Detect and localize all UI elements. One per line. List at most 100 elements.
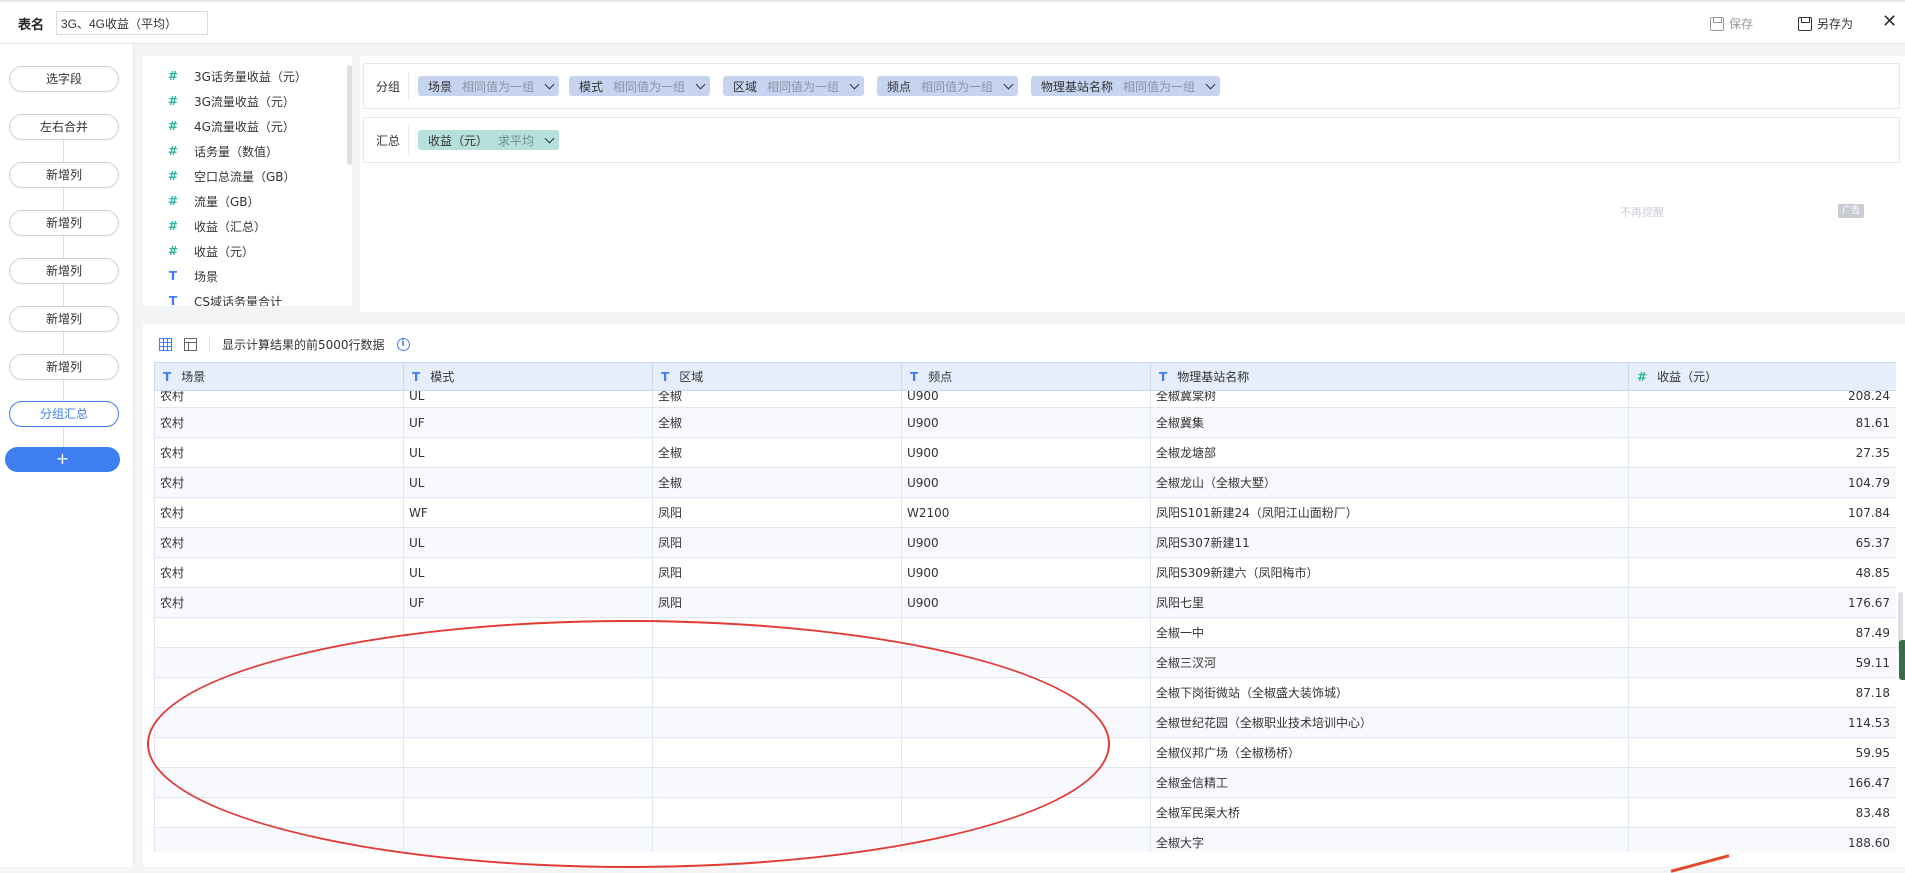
field-item[interactable]: T CS域话务量合计 bbox=[168, 291, 282, 306]
chip-name: 收益（元） bbox=[428, 133, 489, 148]
table-name-input[interactable] bbox=[56, 11, 208, 35]
table-row[interactable]: 农村 UF 全椒 U900 全椒冀集 81.61 bbox=[154, 407, 1896, 438]
table-cell bbox=[154, 767, 404, 798]
table-row[interactable]: 全椒仪邦广场（全椒杨桥） 59.95 bbox=[154, 737, 1896, 768]
result-caption: 显示计算结果的前5000行数据 bbox=[222, 337, 385, 352]
chip-mode: 相同值为一组 bbox=[1123, 79, 1196, 94]
table-cell: 全椒冀集 bbox=[1150, 407, 1629, 438]
step-group-summary[interactable]: 分组汇总 bbox=[9, 401, 119, 427]
field-list: #3G话务量收益（元） #3G流量收益（元） #4G流量收益（元） # 话务量（数… bbox=[143, 56, 352, 306]
table-cell: UL bbox=[403, 390, 653, 408]
table-view-icon[interactable] bbox=[159, 337, 172, 351]
chip-name: 模式 bbox=[579, 79, 604, 94]
field-item[interactable]: #3G话务量收益（元） bbox=[168, 66, 307, 86]
close-icon[interactable]: ✕ bbox=[1882, 11, 1897, 32]
field-item[interactable]: # 流量（GB） bbox=[168, 191, 260, 211]
table-cell bbox=[652, 647, 902, 678]
table-cell: 176.67 bbox=[1628, 587, 1896, 618]
result-panel: 显示计算结果的前5000行数据 i T 场景 T 模式 T 区域 T 频点 T 物理基站名… bbox=[143, 324, 1905, 867]
column-header-revenue[interactable]: # 收益（元） bbox=[1628, 362, 1896, 391]
field-item[interactable]: #4G流量收益（元） bbox=[168, 116, 295, 136]
group-chip-region[interactable]: 区域 相同值为一组 bbox=[723, 76, 865, 96]
step-new-column-2[interactable]: 新增列 bbox=[9, 210, 119, 236]
table-cell bbox=[154, 707, 404, 738]
chevron-down-icon[interactable] bbox=[544, 79, 555, 89]
table-cell: 208.24 bbox=[1628, 390, 1896, 408]
field-item[interactable]: T 场景 bbox=[168, 266, 218, 286]
step-new-column-5[interactable]: 新增列 bbox=[9, 354, 119, 380]
table-cell: 59.95 bbox=[1628, 737, 1896, 768]
table-row[interactable]: 全椒军民渠大桥 83.48 bbox=[154, 797, 1896, 828]
table-row[interactable]: 农村 UL 全椒 U900 全椒龙山（全椒大墅） 104.79 bbox=[154, 467, 1896, 498]
save-as-button[interactable]: 另存为 bbox=[1798, 15, 1853, 32]
table-cell: 87.18 bbox=[1628, 677, 1896, 708]
card-view-icon[interactable] bbox=[184, 337, 197, 351]
table-row[interactable]: 农村 UL 全椒 U900 全椒冀棠树 208.24 bbox=[154, 390, 1896, 408]
column-header-region[interactable]: T 区域 bbox=[652, 362, 902, 391]
step-left-right-merge[interactable]: 左右合并 bbox=[9, 114, 119, 140]
field-list-scrollbar[interactable] bbox=[347, 65, 352, 165]
table-row[interactable]: 全椒三汊河 59.11 bbox=[154, 647, 1896, 678]
number-type-icon: # bbox=[168, 119, 179, 133]
add-step-button[interactable]: + bbox=[5, 447, 120, 472]
table-row[interactable]: 农村 UF 凤阳 U900 凤阳七里 176.67 bbox=[154, 587, 1896, 618]
group-chip-scene[interactable]: 场景 相同值为一组 bbox=[418, 76, 560, 96]
table-row[interactable]: 农村 UL 凤阳 U900 凤阳S307新建11 65.37 bbox=[154, 527, 1896, 558]
save-button[interactable]: 保存 bbox=[1710, 15, 1753, 32]
chevron-down-icon[interactable] bbox=[544, 133, 555, 143]
group-chip-frequency[interactable]: 频点 相同值为一组 bbox=[877, 76, 1019, 96]
group-label: 分组 bbox=[376, 80, 401, 94]
save-as-label: 另存为 bbox=[1817, 17, 1854, 31]
table-row[interactable]: 全椒世纪花园（全椒职业技术培训中心） 114.53 bbox=[154, 707, 1896, 738]
field-item[interactable]: # 空口总流量（GB） bbox=[168, 166, 296, 186]
table-cell bbox=[403, 767, 653, 798]
ad-dismiss-link[interactable]: 不再提醒 bbox=[1620, 204, 1664, 220]
field-name: 收益（元） bbox=[194, 244, 255, 259]
table-cell: 凤阳 bbox=[652, 527, 902, 558]
table-row[interactable]: 全椒下岗街微站（全椒盛大装饰城） 87.18 bbox=[154, 677, 1896, 708]
column-header-scene[interactable]: T 场景 bbox=[154, 362, 404, 391]
field-item[interactable]: #3G流量收益（元） bbox=[168, 91, 295, 111]
group-chip-station-name[interactable]: 物理基站名称 相同值为一组 bbox=[1031, 76, 1221, 96]
table-cell: W2100 bbox=[901, 497, 1151, 528]
table-cell bbox=[901, 677, 1151, 708]
number-type-icon: # bbox=[168, 169, 179, 183]
group-chip-mode[interactable]: 模式 相同值为一组 bbox=[569, 76, 711, 96]
chevron-down-icon[interactable] bbox=[1003, 79, 1014, 89]
chevron-down-icon[interactable] bbox=[1205, 79, 1216, 89]
table-cell: UF bbox=[403, 407, 653, 438]
step-select-fields[interactable]: 选字段 bbox=[9, 66, 119, 92]
result-table: T 场景 T 模式 T 区域 T 频点 T 物理基站名称 # 收益（元） 农村 UL 全椒 U90… bbox=[154, 362, 1896, 852]
table-row[interactable]: 农村 UL 凤阳 U900 凤阳S309新建六（凤阳梅市） 48.85 bbox=[154, 557, 1896, 588]
field-item[interactable]: # 收益（元） bbox=[168, 241, 254, 261]
chevron-down-icon[interactable] bbox=[695, 79, 706, 89]
summary-chip-revenue[interactable]: 收益（元） 求平均 bbox=[418, 130, 560, 150]
step-new-column-4[interactable]: 新增列 bbox=[9, 306, 119, 332]
table-row[interactable]: 农村 UL 全椒 U900 全椒龙塘部 27.35 bbox=[154, 437, 1896, 468]
table-cell: 凤阳S101新建24（凤阳江山面粉厂） bbox=[1150, 497, 1629, 528]
field-item[interactable]: # 话务量（数值） bbox=[168, 141, 278, 161]
number-type-icon: # bbox=[1637, 370, 1648, 384]
column-label: 区域 bbox=[679, 370, 704, 384]
table-row[interactable]: 全椒大字 188.60 bbox=[154, 827, 1896, 852]
field-item[interactable]: # 收益（汇总） bbox=[168, 216, 266, 236]
table-row[interactable]: 全椒一中 87.49 bbox=[154, 617, 1896, 648]
top-bar: 表名 保存 另存为 ✕ bbox=[0, 0, 1905, 44]
table-row[interactable]: 全椒金信精工 166.47 bbox=[154, 767, 1896, 798]
chip-mode: 相同值为一组 bbox=[921, 79, 994, 94]
step-new-column-3[interactable]: 新增列 bbox=[9, 258, 119, 284]
table-row[interactable]: 农村 WF 凤阳 W2100 凤阳S101新建24（凤阳江山面粉厂） 107.84 bbox=[154, 497, 1896, 528]
column-header-frequency[interactable]: T 频点 bbox=[901, 362, 1151, 391]
edge-widget-handle[interactable] bbox=[1899, 640, 1905, 680]
column-header-station-name[interactable]: T 物理基站名称 bbox=[1150, 362, 1629, 391]
step-new-column-1[interactable]: 新增列 bbox=[9, 162, 119, 188]
column-header-mode[interactable]: T 模式 bbox=[403, 362, 653, 391]
chevron-down-icon[interactable] bbox=[849, 79, 860, 89]
save-as-icon bbox=[1798, 16, 1812, 31]
table-header-row: T 场景 T 模式 T 区域 T 频点 T 物理基站名称 # 收益（元） bbox=[154, 362, 1896, 391]
ad-badge: 广告 bbox=[1838, 204, 1864, 218]
table-cell: 凤阳S307新建11 bbox=[1150, 527, 1629, 558]
table-cell bbox=[901, 797, 1151, 828]
table-cell: 65.37 bbox=[1628, 527, 1896, 558]
info-icon[interactable]: i bbox=[396, 337, 410, 351]
